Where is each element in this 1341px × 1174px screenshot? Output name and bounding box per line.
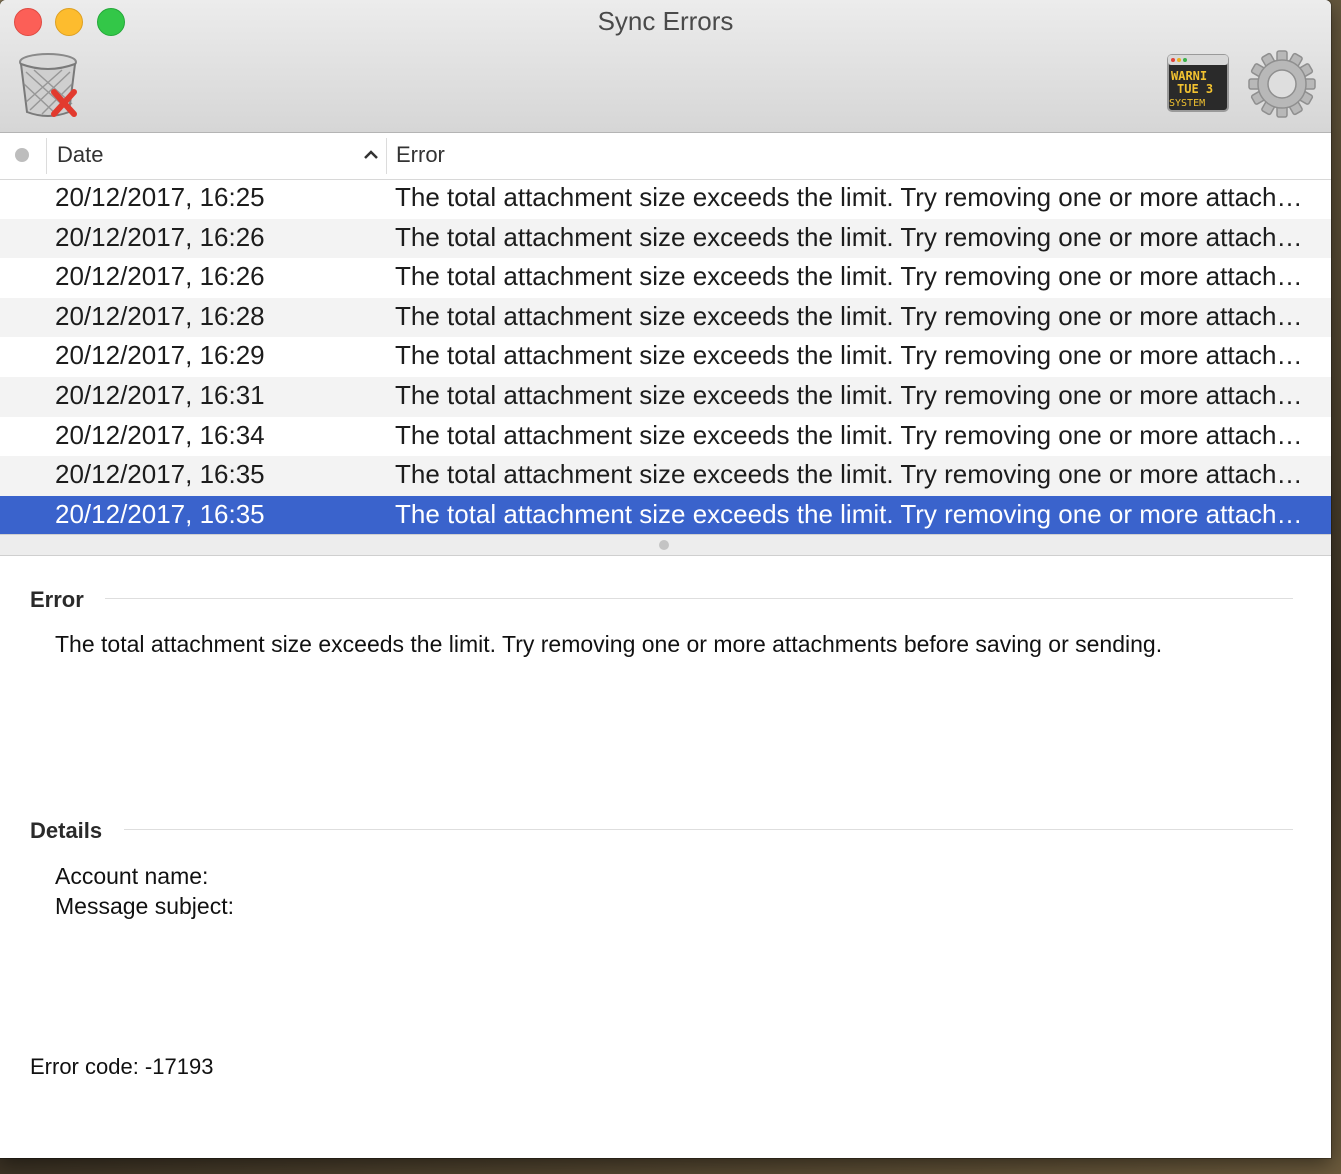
table-row[interactable]: 20/12/2017, 16:28 The total attachment si…	[0, 297, 1331, 338]
title-bar: Sync Errors WARNI TUE 3 SYSTEM	[0, 0, 1331, 133]
date-cell: 20/12/2017, 16:26	[55, 221, 265, 252]
message-subject-label: Message subject:	[55, 893, 234, 919]
sort-ascending-icon	[364, 150, 378, 159]
error-description: The total attachment size exceeds the li…	[55, 631, 1163, 657]
gear-icon	[1248, 50, 1316, 118]
date-cell: 20/12/2017, 16:25	[55, 182, 265, 212]
date-cell: 20/12/2017, 16:35	[55, 498, 265, 529]
table-row[interactable]: 20/12/2017, 16:25 The total attachment si…	[0, 179, 1331, 219]
date-cell: 20/12/2017, 16:29	[55, 340, 265, 371]
error-cell: The total attachment size exceeds the li…	[395, 379, 1320, 410]
date-cell: 20/12/2017, 16:34	[55, 419, 265, 450]
section-divider	[124, 829, 1293, 830]
error-cell: The total attachment size exceeds the li…	[395, 459, 1320, 490]
date-cell: 20/12/2017, 16:35	[55, 459, 265, 490]
date-cell: 20/12/2017, 16:28	[55, 300, 265, 331]
error-cell: The total attachment size exceeds the li…	[395, 182, 1320, 212]
table-row[interactable]: 20/12/2017, 16:26 The total attachment si…	[0, 258, 1331, 298]
error-section-heading: Error	[30, 587, 84, 612]
open-console-button[interactable]: WARNI TUE 3 SYSTEM	[1167, 54, 1229, 112]
console-text-line-1: WARNI	[1171, 69, 1207, 83]
table-row[interactable]: 20/12/2017, 16:31 The total attachment si…	[0, 376, 1331, 417]
sync-errors-window: Sync Errors WARNI TUE 3 SYSTEM Date Erro…	[0, 0, 1331, 1158]
date-column-header[interactable]: Date	[57, 142, 103, 168]
status-column-header[interactable]	[15, 148, 29, 162]
table-row[interactable]: 20/12/2017, 16:29 The total attachment si…	[0, 337, 1331, 377]
error-column-header[interactable]: Error	[396, 142, 445, 168]
table-row[interactable]: 20/12/2017, 16:34 The total attachment si…	[0, 417, 1331, 457]
section-divider	[105, 598, 1293, 599]
trash-with-red-x-icon	[19, 53, 77, 117]
window-title: Sync Errors	[597, 6, 734, 36]
console-warning-icon: WARNI TUE 3 SYSTEM	[1167, 54, 1229, 112]
error-cell: The total attachment size exceeds the li…	[395, 419, 1320, 450]
split-view-divider[interactable]	[0, 534, 1331, 556]
account-name-label: Account name:	[55, 863, 209, 889]
error-cell: The total attachment size exceeds the li…	[395, 340, 1320, 371]
table-row[interactable]: 20/12/2017, 16:26 The total attachment si…	[0, 218, 1331, 259]
error-cell: The total attachment size exceeds the li…	[395, 261, 1320, 292]
error-cell: The total attachment size exceeds the li…	[395, 221, 1320, 252]
table-row[interactable]: 20/12/2017, 16:35 The total attachment si…	[0, 456, 1331, 496]
console-text-line-2: TUE 3	[1177, 82, 1213, 96]
table-header	[0, 133, 1331, 180]
date-cell: 20/12/2017, 16:31	[55, 379, 265, 410]
console-text-line-3: SYSTEM	[1169, 98, 1205, 109]
settings-button[interactable]	[1247, 50, 1317, 118]
error-cell: The total attachment size exceeds the li…	[395, 498, 1320, 529]
error-code: Error code: -17193	[30, 1054, 214, 1079]
details-section-heading: Details	[30, 818, 103, 843]
errors-table: 20/12/2017, 16:25 The total attachment si…	[0, 179, 1331, 536]
delete-errors-button[interactable]	[16, 50, 82, 120]
column-separator[interactable]	[386, 138, 387, 174]
table-row[interactable]: 20/12/2017, 16:35 The total attachment si…	[0, 495, 1331, 536]
column-separator[interactable]	[46, 138, 47, 174]
error-cell: The total attachment size exceeds the li…	[395, 300, 1320, 331]
date-cell: 20/12/2017, 16:26	[55, 261, 265, 292]
divider-handle[interactable]	[659, 540, 669, 550]
